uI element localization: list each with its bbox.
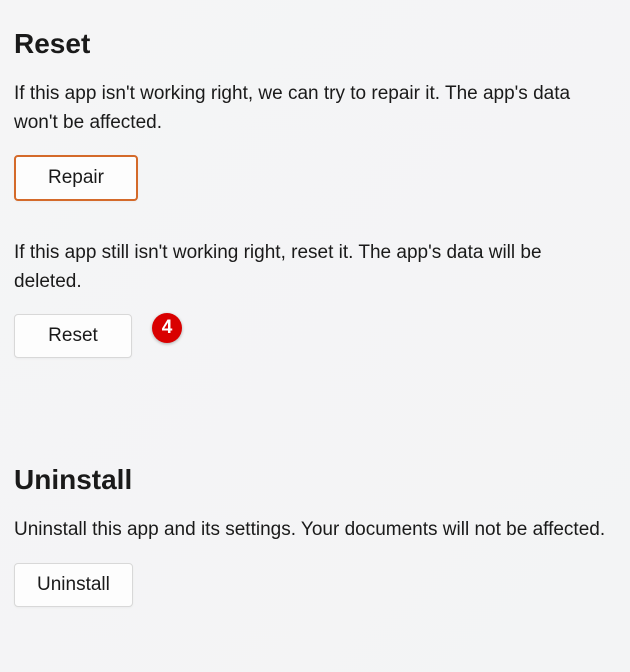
callout-badge: 4: [152, 313, 182, 343]
uninstall-section: Uninstall Uninstall this app and its set…: [14, 464, 616, 645]
repair-button-wrapper: Repair 4: [14, 155, 138, 239]
reset-heading: Reset: [14, 28, 616, 60]
repair-description: If this app isn't working right, we can …: [14, 80, 614, 137]
reset-description: If this app still isn't working right, r…: [14, 239, 614, 296]
uninstall-description: Uninstall this app and its settings. You…: [14, 516, 614, 545]
uninstall-button[interactable]: Uninstall: [14, 563, 133, 607]
reset-section: Reset If this app isn't working right, w…: [14, 28, 616, 396]
reset-button[interactable]: Reset: [14, 314, 132, 358]
uninstall-heading: Uninstall: [14, 464, 616, 496]
repair-button[interactable]: Repair: [14, 155, 138, 201]
